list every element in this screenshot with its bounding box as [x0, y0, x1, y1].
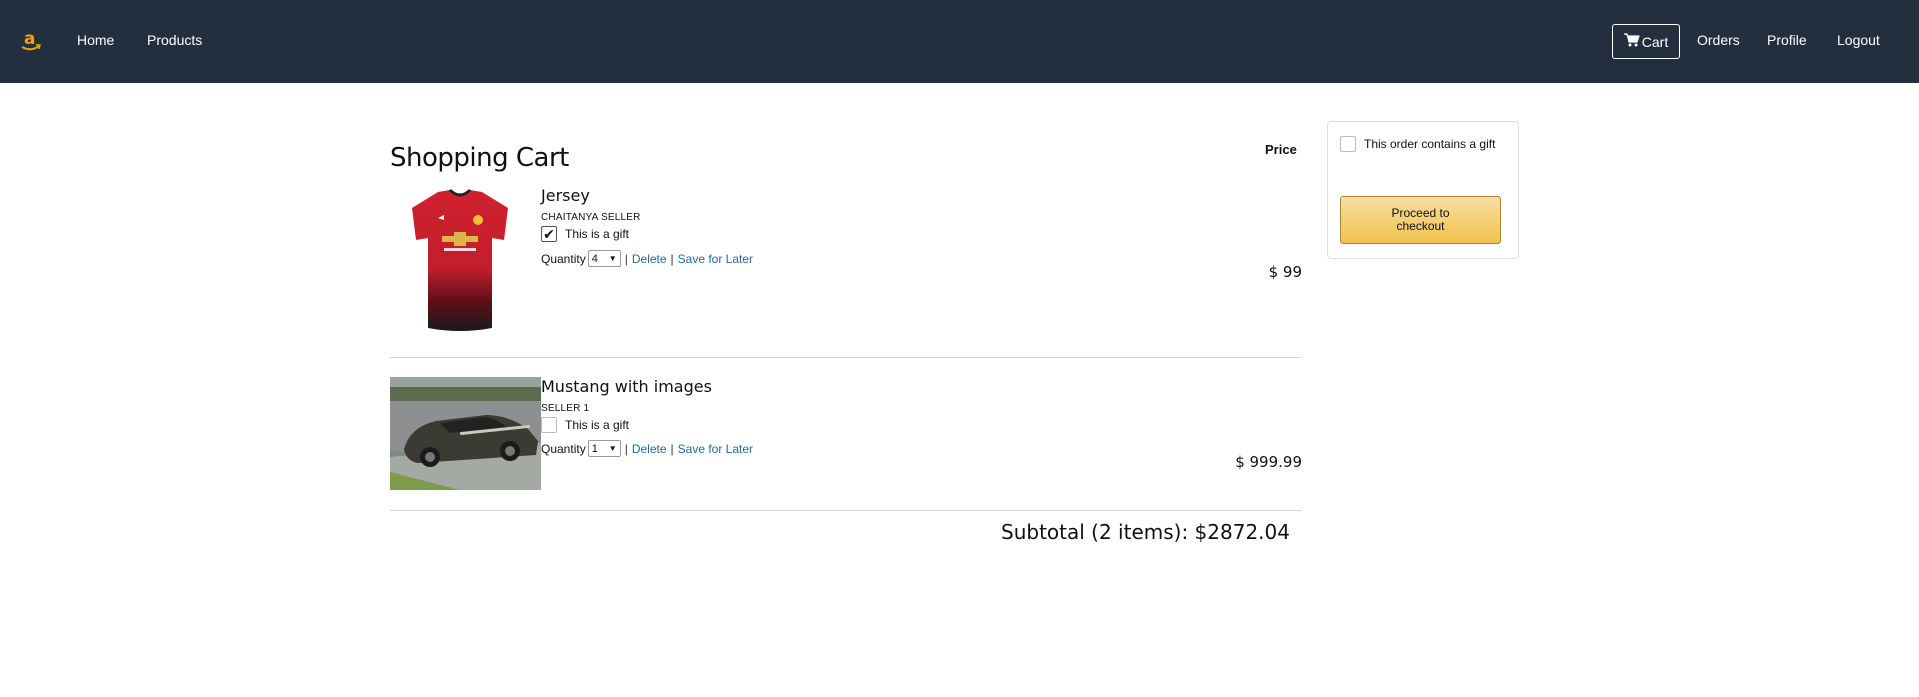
item-name[interactable]: Jersey [541, 186, 590, 205]
top-navbar: a Home Products Cart Orders Profile Logo… [0, 0, 1919, 83]
nav-profile-link[interactable]: Profile [1767, 32, 1807, 48]
gift-label: This is a gift [565, 418, 630, 432]
item-gift-option: ✔ This is a gift [541, 226, 629, 242]
separator: | [670, 441, 674, 456]
order-gift-option: This order contains a gift [1340, 136, 1512, 152]
nav-cart-button[interactable]: Cart [1612, 24, 1680, 59]
logo-letter: a [24, 29, 35, 49]
order-gift-label: This order contains a gift [1364, 137, 1496, 151]
item-actions: Quantity 4 ▼ | Delete | Save for Later [541, 250, 753, 267]
item-seller: CHAITANYA SELLER [541, 212, 641, 223]
gift-checkbox[interactable]: ✔ [541, 226, 557, 242]
save-for-later-link[interactable]: Save for Later [678, 252, 753, 266]
delete-link[interactable]: Delete [632, 252, 667, 266]
price-column-header: Price [1265, 142, 1297, 157]
cart-subtotal: Subtotal (2 items): $2872.04 [1001, 520, 1290, 544]
delete-link[interactable]: Delete [632, 442, 667, 456]
order-gift-checkbox[interactable] [1340, 136, 1356, 152]
gift-label: This is a gift [565, 227, 630, 241]
separator: | [624, 441, 628, 456]
quantity-label: Quantity [541, 251, 586, 266]
checkout-button-label: Proceed to checkout [1391, 206, 1450, 233]
quantity-value: 4 [591, 252, 598, 265]
save-for-later-link[interactable]: Save for Later [678, 442, 753, 456]
quantity-select[interactable]: 4 ▼ [587, 250, 621, 267]
jersey-product-image[interactable] [408, 188, 512, 333]
item-divider [390, 357, 1302, 358]
nav-cart-label: Cart [1641, 33, 1669, 50]
page-title: Shopping Cart [390, 143, 569, 173]
item-price: $ 99 [1268, 263, 1302, 281]
item-gift-option: This is a gift [541, 417, 629, 433]
amazon-logo-icon[interactable]: a [20, 29, 42, 53]
mustang-product-image[interactable] [390, 377, 541, 490]
gift-checkbox[interactable] [541, 417, 557, 433]
quantity-select[interactable]: 1 ▼ [587, 440, 621, 457]
shopping-cart-icon [1623, 33, 1640, 50]
separator: | [670, 251, 674, 266]
nav-home-link[interactable]: Home [77, 32, 114, 48]
separator: | [624, 251, 628, 266]
item-price: $ 999.99 [1235, 453, 1302, 471]
dropdown-arrow-icon: ▼ [608, 444, 617, 453]
nav-logout-link[interactable]: Logout [1837, 32, 1880, 48]
nav-products-link[interactable]: Products [147, 32, 202, 48]
item-name[interactable]: Mustang with images [541, 377, 712, 396]
proceed-to-checkout-button[interactable]: Proceed to checkout [1340, 196, 1501, 244]
item-actions: Quantity 1 ▼ | Delete | Save for Later [541, 440, 753, 457]
nav-orders-link[interactable]: Orders [1697, 32, 1740, 48]
item-divider [390, 510, 1302, 511]
item-seller: SELLER 1 [541, 403, 590, 414]
checkout-panel: This order contains a gift Proceed to ch… [1327, 121, 1519, 259]
dropdown-arrow-icon: ▼ [608, 254, 617, 263]
quantity-label: Quantity [541, 441, 586, 456]
quantity-value: 1 [591, 442, 598, 455]
